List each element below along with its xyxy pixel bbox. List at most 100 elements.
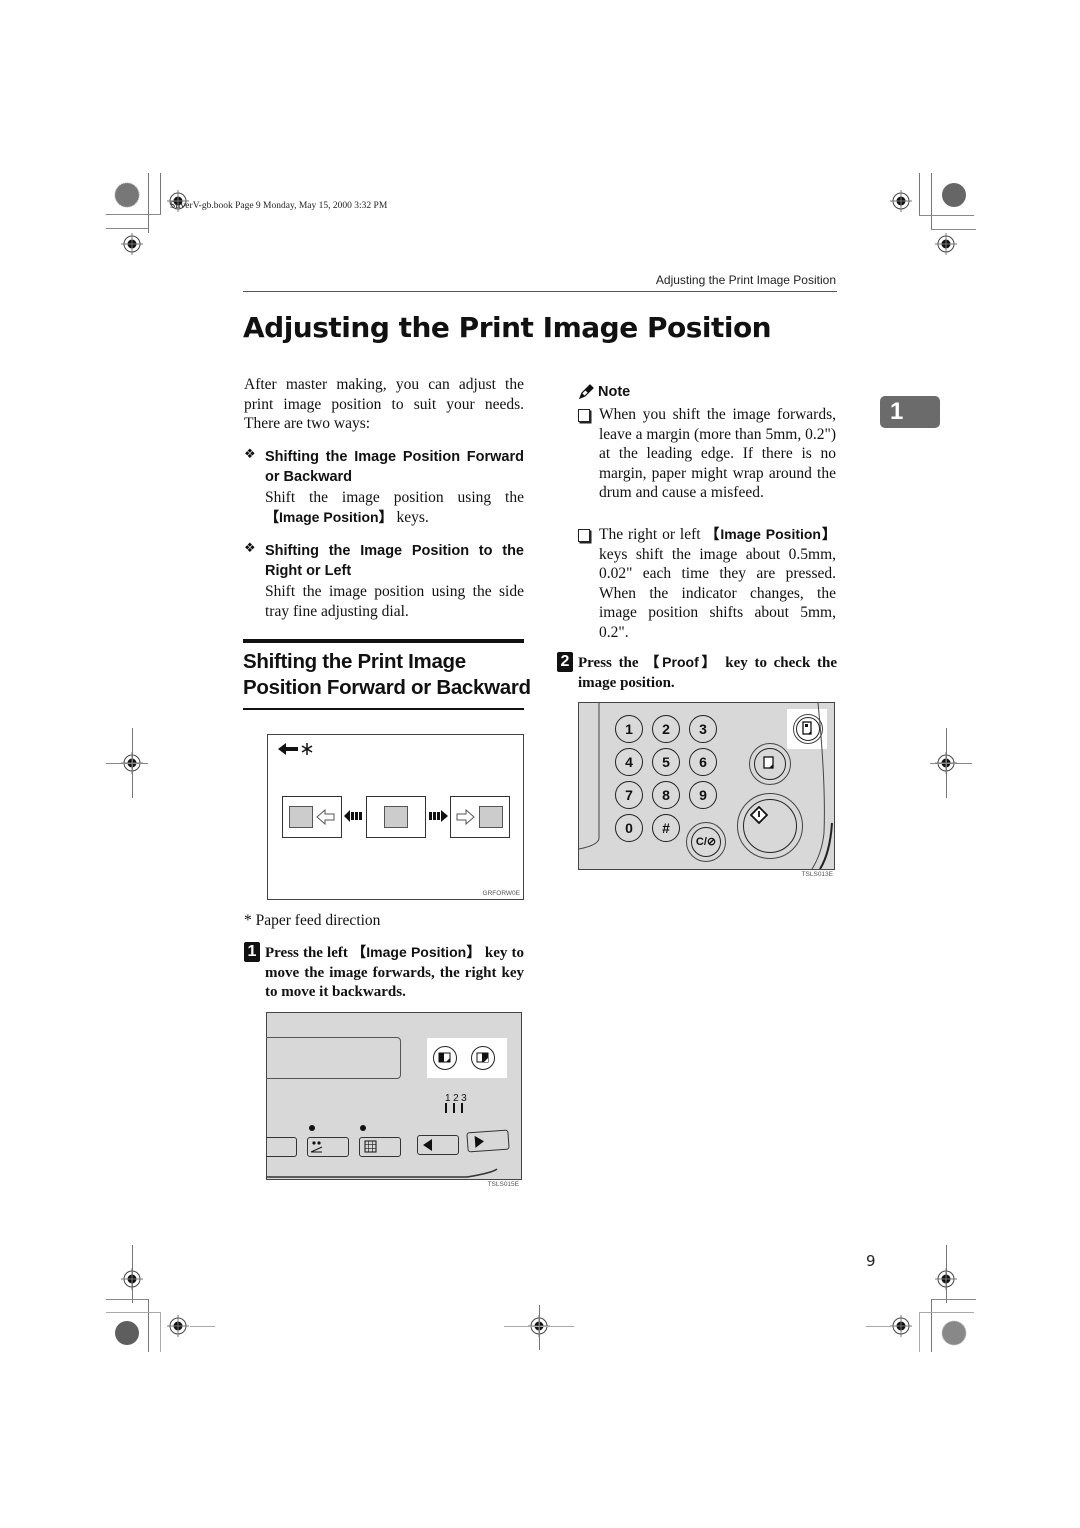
color-target-icon: [115, 1321, 139, 1345]
outline-arrow-left-icon: [316, 809, 335, 825]
checkbox-bullet-icon: [578, 409, 590, 422]
master-page-icon: [763, 756, 774, 769]
figure-proof-key-panel: 1 2 3 4 5 6 7 8 9 0 # C/⊘ TSLS013E: [578, 702, 836, 880]
way-text: Shift the image position using the 【Imag…: [265, 489, 524, 526]
figure-caption: * Paper feed direction: [244, 912, 381, 929]
right-arrow-key: [466, 1129, 510, 1153]
image-shifted-backward: [450, 796, 510, 838]
registration-mark-icon: [121, 233, 143, 255]
note-title: Note: [598, 384, 631, 400]
shift-backward-icon: [476, 1052, 489, 1063]
keypad-key-5: 5: [652, 748, 680, 776]
triangle-left-icon: [423, 1139, 432, 1151]
keypad-key-7: 7: [615, 781, 643, 809]
keypad-key-0: 0: [615, 814, 643, 842]
step-instruction: Press the left 【Image Position】 key to m…: [265, 944, 524, 1000]
paper-feed-arrow-icon: [278, 743, 313, 755]
grid-icon: [364, 1140, 377, 1153]
running-title: Adjusting the Print Image Position: [655, 273, 836, 287]
registration-mark-icon: [935, 1268, 957, 1290]
registration-mark-icon: [935, 233, 957, 255]
intro-paragraph: After master making, you can adjust the …: [244, 376, 524, 432]
outline-arrow-right-icon: [456, 809, 475, 825]
keypad-key-1: 1: [615, 715, 643, 743]
figure-code: GRFORW0E: [482, 890, 520, 897]
image-position-key-label: 【Image Position】: [351, 944, 481, 960]
registration-mark-icon: [890, 1315, 912, 1337]
section-heading: Shifting the Print Image Position Forwar…: [243, 650, 531, 699]
step-number-badge: 2: [557, 652, 573, 672]
step-1: 1 Press the left 【Image Position】 key to…: [244, 942, 524, 1003]
keypad-panel-illustration: 1 2 3 4 5 6 7 8 9 0 # C/⊘: [578, 702, 835, 870]
color-target-icon: [942, 183, 966, 207]
color-target-icon: [941, 1320, 967, 1346]
registration-mark-icon: [890, 190, 912, 212]
keypad-key-6: 6: [689, 748, 717, 776]
chapter-tab: 1: [880, 396, 940, 428]
step-number-badge: 1: [244, 942, 260, 962]
figure-code: TSLS015E: [487, 1181, 519, 1188]
screen-key: [359, 1137, 401, 1157]
keypad-key-hash: #: [652, 814, 680, 842]
keypad-key-9: 9: [689, 781, 717, 809]
indicator-led: [309, 1125, 315, 1131]
image-density-key: [307, 1137, 349, 1157]
book-info: SilverV-gb.book Page 9 Monday, May 15, 2…: [170, 201, 388, 211]
master-making-key: [749, 743, 791, 785]
section-rule-top: [243, 639, 524, 643]
panel-edge: [811, 703, 833, 869]
density-icon: [310, 1141, 323, 1153]
forward-arrow-icon: [344, 810, 362, 822]
figure-paper-feed-diagram: GRFORW0E: [267, 734, 524, 900]
image-block: [479, 806, 503, 828]
proof-key-label: 【Proof】: [645, 654, 719, 670]
header-rule: [243, 291, 837, 292]
step-instruction: Press the 【Proof】 key to check the image…: [578, 654, 837, 691]
keypad-key-8: 8: [652, 781, 680, 809]
way-heading: Shifting the Image Position to the Right…: [265, 543, 524, 579]
keypad-key-2: 2: [652, 715, 680, 743]
way-item-forward-backward: ❖ Shifting the Image Position Forward or…: [244, 447, 524, 527]
page-number: 9: [866, 1252, 876, 1270]
figure-image-position-panel: 123 TSLS015E: [266, 1012, 522, 1190]
display-window: [266, 1037, 401, 1079]
note-item: The right or left 【Image Position】 keys …: [578, 525, 836, 642]
section-rule-bottom: [243, 708, 524, 710]
image-block: [289, 806, 313, 828]
control-panel-illustration: 123: [266, 1012, 522, 1180]
backward-arrow-icon: [429, 810, 448, 822]
diamond-bullet-icon: ❖: [244, 447, 256, 462]
way-heading: Shifting the Image Position Forward or B…: [265, 449, 524, 485]
image-position-backward-key: [471, 1046, 495, 1070]
image-position-key-label: 【Image Position】: [705, 526, 836, 542]
indicator-led: [360, 1125, 366, 1131]
step-2: 2 Press the 【Proof】 key to check the ima…: [557, 652, 837, 693]
image-position-key-label: 【Image Position】: [265, 508, 393, 525]
pencil-icon: [578, 384, 594, 400]
indicator-bars: [445, 1103, 469, 1116]
clear-stop-key: C/⊘: [691, 827, 721, 857]
panel-key: [266, 1137, 297, 1157]
diamond-bullet-icon: ❖: [244, 541, 256, 556]
image-position-forward-key: [433, 1046, 457, 1070]
figure-code: TSLS013E: [801, 871, 833, 878]
clear-stop-key-ring: C/⊘: [686, 822, 726, 862]
start-key: [737, 793, 803, 859]
color-target-icon: [114, 182, 140, 208]
position-indicator: 123: [445, 1093, 469, 1116]
start-diamond-icon: [750, 806, 768, 824]
registration-mark-icon: [121, 1268, 143, 1290]
triangle-right-icon: [474, 1135, 485, 1148]
left-arrow-key: [417, 1135, 459, 1155]
checkbox-bullet-icon: [578, 529, 590, 542]
registration-mark-icon: [167, 1315, 189, 1337]
image-original: [366, 796, 426, 838]
panel-edge: [267, 1168, 498, 1178]
note-item: When you shift the image forwards, leave…: [578, 405, 836, 503]
image-position-keys-area: [427, 1038, 507, 1078]
way-text: Shift the image position using the side …: [265, 583, 524, 620]
keypad-key-3: 3: [689, 715, 717, 743]
way-item-right-left: ❖ Shifting the Image Position to the Rig…: [244, 541, 524, 621]
image-shifted-forward: [282, 796, 342, 838]
shift-forward-icon: [438, 1052, 451, 1063]
